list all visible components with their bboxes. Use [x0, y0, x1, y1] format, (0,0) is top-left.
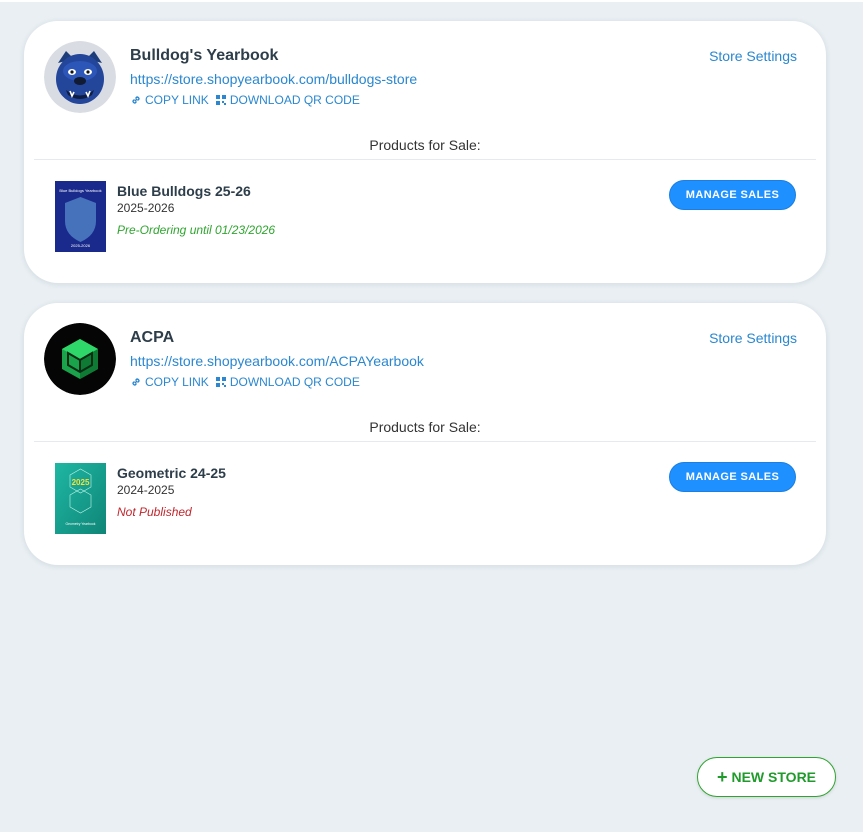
store-card: Bulldog's Yearbook https://store.shopyea…	[24, 21, 826, 283]
manage-sales-button[interactable]: MANAGE SALES	[669, 180, 796, 210]
store-settings-link[interactable]: Store Settings	[709, 330, 797, 346]
product-name: Geometric 24-25	[117, 465, 226, 481]
store-name: ACPA	[130, 329, 175, 346]
products-section-title: Products for Sale:	[369, 419, 481, 435]
yearbook-cover-image: 2025 Geometry Yearbook	[55, 463, 106, 534]
product-status: Not Published	[117, 505, 192, 519]
top-edge	[0, 0, 863, 2]
divider	[34, 441, 816, 442]
product-name: Blue Bulldogs 25-26	[117, 183, 251, 199]
manage-sales-button[interactable]: MANAGE SALES	[669, 462, 796, 492]
products-section-title: Products for Sale:	[369, 137, 481, 153]
store-logo	[44, 41, 116, 113]
store-card: ACPA https://store.shopyearbook.com/ACPA…	[24, 303, 826, 565]
store-url-link[interactable]: https://store.shopyearbook.com/bulldogs-…	[130, 71, 417, 87]
store-url-link[interactable]: https://store.shopyearbook.com/ACPAYearb…	[130, 353, 424, 369]
download-qr-label: DOWNLOAD QR CODE	[229, 93, 360, 107]
copy-link-label: COPY LINK	[145, 375, 209, 389]
plus-icon: +	[716, 767, 728, 787]
copy-link-button[interactable]: COPY LINK	[130, 93, 209, 107]
cover-years-text: 2025-2026	[71, 243, 91, 248]
green-cube-icon	[44, 323, 116, 395]
new-store-button[interactable]: + NEW STORE	[697, 757, 836, 797]
store-logo	[44, 323, 116, 395]
link-icon	[132, 378, 140, 386]
cover-subtitle-text: Geometry Yearbook	[66, 522, 96, 526]
link-icon	[132, 96, 140, 104]
product-years: 2025-2026	[117, 201, 175, 215]
store-settings-link[interactable]: Store Settings	[709, 48, 797, 64]
copy-link-label: COPY LINK	[145, 93, 209, 107]
product-cover-thumbnail[interactable]: 2025 Geometry Yearbook	[55, 463, 106, 534]
download-qr-button[interactable]: DOWNLOAD QR CODE	[215, 375, 360, 389]
product-status: Pre-Ordering until 01/23/2026	[117, 223, 276, 237]
product-years: 2024-2025	[117, 483, 175, 497]
divider	[34, 159, 816, 160]
qr-code-icon	[215, 377, 226, 387]
yearbook-cover-image: Blue Bulldogs Yearbook 2025-2026	[55, 181, 106, 252]
store-actions: COPY LINK DOWNLOAD QR CODE	[130, 93, 366, 107]
copy-link-button[interactable]: COPY LINK	[130, 375, 209, 389]
bulldog-mascot-icon	[44, 41, 116, 113]
product-cover-thumbnail[interactable]: Blue Bulldogs Yearbook 2025-2026	[55, 181, 106, 252]
download-qr-button[interactable]: DOWNLOAD QR CODE	[215, 93, 360, 107]
new-store-label: NEW STORE	[731, 769, 817, 785]
download-qr-label: DOWNLOAD QR CODE	[229, 375, 360, 389]
cover-title-text: 2025	[72, 478, 90, 487]
store-actions: COPY LINK DOWNLOAD QR CODE	[130, 375, 366, 389]
qr-code-icon	[215, 95, 226, 105]
cover-title-text: Blue Bulldogs Yearbook	[59, 188, 101, 193]
store-name: Bulldog's Yearbook	[130, 47, 279, 64]
